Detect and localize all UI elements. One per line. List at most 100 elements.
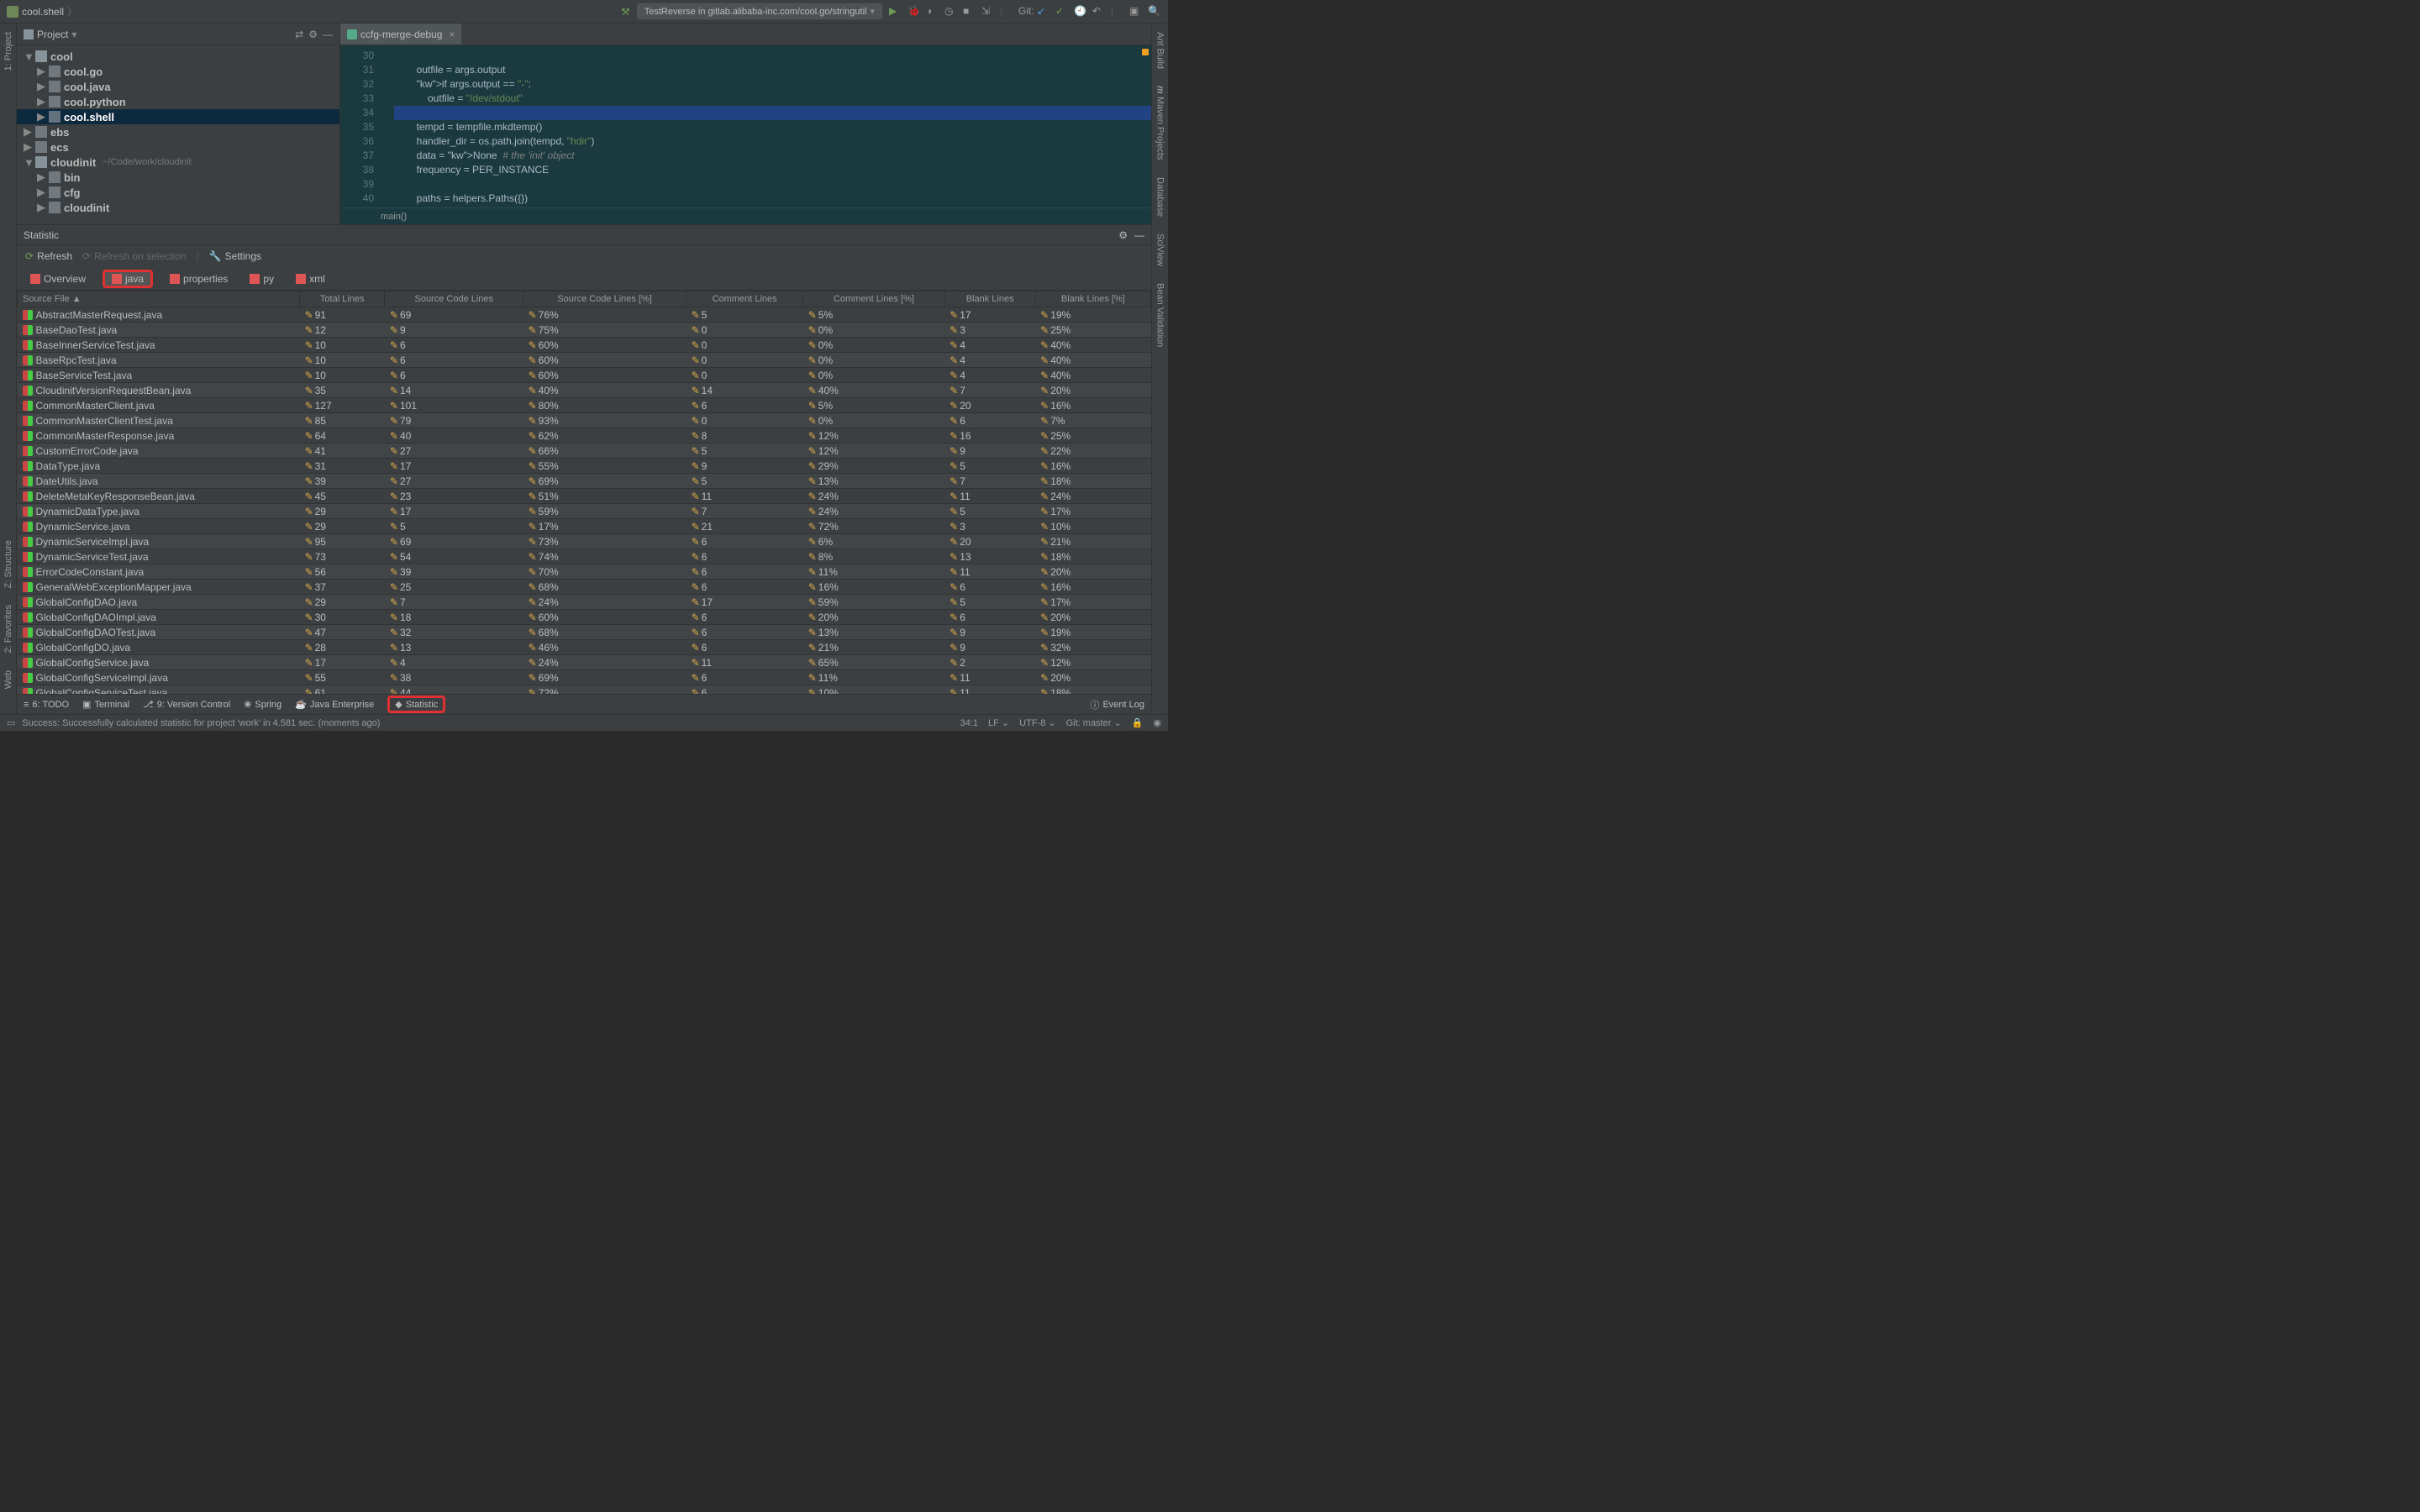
tree-item[interactable]: ▶cool.java — [17, 79, 339, 94]
table-row[interactable]: GlobalConfigDAOImpl.java✎30✎18✎60%✎6✎20%… — [18, 610, 1151, 625]
debug-icon[interactable]: 🐞 — [908, 5, 921, 18]
project-tree[interactable]: ▼cool▶cool.go▶cool.java▶cool.python▶cool… — [17, 45, 339, 224]
rail-favorites[interactable]: 2: Favorites — [3, 605, 13, 653]
column-header[interactable]: Source Code Lines [%] — [523, 291, 687, 307]
tree-item[interactable]: ▶cool.go — [17, 64, 339, 79]
table-row[interactable]: GlobalConfigDAOTest.java✎47✎32✎68%✎6✎13%… — [18, 625, 1151, 640]
column-header[interactable]: Blank Lines [%] — [1035, 291, 1150, 307]
tree-item[interactable]: ▶ebs — [17, 124, 339, 139]
table-row[interactable]: CommonMasterClientTest.java✎85✎79✎93%✎0✎… — [18, 413, 1151, 428]
table-row[interactable]: DeleteMetaKeyResponseBean.java✎45✎23✎51%… — [18, 489, 1151, 504]
attach-icon[interactable]: ⇲ — [981, 5, 995, 18]
project-panel-title[interactable]: Project ▾ — [24, 29, 76, 40]
table-row[interactable]: DynamicService.java✎29✎5✎17%✎21✎72%✎3✎10… — [18, 519, 1151, 534]
status-encoding[interactable]: UTF-8 ⌄ — [1019, 717, 1055, 728]
run-configuration-dropdown[interactable]: TestReverse in gitlab.alibaba-inc.com/co… — [637, 3, 882, 19]
table-row[interactable]: GlobalConfigServiceImpl.java✎55✎38✎69%✎6… — [18, 670, 1151, 685]
column-header[interactable]: Source File ▲ — [18, 291, 300, 307]
table-row[interactable]: DataType.java✎31✎17✎55%✎9✎29%✎5✎16% — [18, 459, 1151, 474]
rail-structure[interactable]: Z: Structure — [3, 540, 13, 588]
btool-vcs[interactable]: ⎇ 9: Version Control — [143, 699, 230, 710]
column-header[interactable]: Total Lines — [300, 291, 385, 307]
table-row[interactable]: DynamicDataType.java✎29✎17✎59%✎7✎24%✎5✎1… — [18, 504, 1151, 519]
event-log-button[interactable]: ⓘ Event Log — [1090, 698, 1144, 711]
status-line-sep[interactable]: LF ⌄ — [988, 717, 1009, 728]
tree-arrow-icon[interactable]: ▼ — [24, 50, 32, 63]
tree-arrow-icon[interactable]: ▼ — [24, 156, 32, 169]
panel-gear-icon[interactable]: ⚙ — [1118, 229, 1128, 241]
rail-beanvalidation[interactable]: Bean Validation — [1155, 283, 1165, 347]
rail-project[interactable]: 1: Project — [3, 32, 13, 71]
editor-code[interactable]: outfile = args.output "kw">if args.outpu… — [381, 45, 1151, 207]
commit-icon[interactable]: ✓ — [1055, 5, 1069, 18]
table-row[interactable]: GlobalConfigDO.java✎28✎13✎46%✎6✎21%✎9✎32… — [18, 640, 1151, 655]
btool-todo[interactable]: ≡ 6: TODO — [24, 700, 69, 710]
rail-database[interactable]: Database — [1155, 177, 1165, 217]
settings-button[interactable]: 🔧 Settings — [209, 250, 261, 262]
collapse-icon[interactable]: ⇄ — [295, 29, 303, 40]
tree-arrow-icon[interactable]: ▶ — [24, 125, 32, 139]
code-editor[interactable]: 303132333435363738394041 outfile = args.… — [340, 45, 1151, 207]
rail-ant[interactable]: Ant Build — [1155, 32, 1165, 69]
stop-icon[interactable]: ■ — [963, 5, 976, 18]
update-icon[interactable]: ↙ — [1037, 5, 1050, 18]
refresh-on-selection-button[interactable]: ⟳ Refresh on selection — [82, 250, 186, 262]
table-row[interactable]: CustomErrorCode.java✎41✎27✎66%✎5✎12%✎9✎2… — [18, 444, 1151, 459]
tree-item[interactable]: ▶bin — [17, 170, 339, 185]
tree-arrow-icon[interactable]: ▶ — [37, 65, 45, 78]
tree-item[interactable]: ▼cool — [17, 49, 339, 64]
table-row[interactable]: DynamicServiceImpl.java✎95✎69✎73%✎6✎6%✎2… — [18, 534, 1151, 549]
stats-tab-overview[interactable]: Overview — [25, 270, 91, 287]
status-git-branch[interactable]: Git: master ⌄ — [1066, 717, 1122, 728]
history-icon[interactable]: 🕘 — [1074, 5, 1087, 18]
tree-arrow-icon[interactable]: ▶ — [37, 110, 45, 123]
editor-breadcrumb[interactable]: main() — [340, 207, 1151, 224]
status-indicator-icon[interactable]: ◉ — [1153, 717, 1161, 728]
status-window-icon[interactable]: ▭ — [7, 717, 15, 728]
table-row[interactable]: CloudinitVersionRequestBean.java✎35✎14✎4… — [18, 383, 1151, 398]
close-tab-icon[interactable]: × — [449, 29, 455, 40]
coverage-icon[interactable]: ◑ — [926, 5, 939, 18]
windows-icon[interactable]: ▣ — [1129, 5, 1143, 18]
run-icon[interactable]: ▶ — [889, 5, 902, 18]
tree-item[interactable]: ▶cool.python — [17, 94, 339, 109]
table-row[interactable]: CommonMasterResponse.java✎64✎40✎62%✎8✎12… — [18, 428, 1151, 444]
stats-tab-java[interactable]: java — [103, 270, 153, 288]
tree-item[interactable]: ▶ecs — [17, 139, 339, 155]
rail-maven[interactable]: m Maven Projects — [1155, 86, 1165, 160]
column-header[interactable]: Comment Lines — [687, 291, 803, 307]
tree-arrow-icon[interactable]: ▶ — [37, 186, 45, 199]
btool-javaee[interactable]: ☕ Java Enterprise — [295, 699, 374, 710]
table-row[interactable]: BaseDaoTest.java✎12✎9✎75%✎0✎0%✎3✎25% — [18, 323, 1151, 338]
table-row[interactable]: AbstractMasterRequest.java✎91✎69✎76%✎5✎5… — [18, 307, 1151, 323]
status-lock-icon[interactable]: 🔒 — [1132, 717, 1144, 728]
tree-item[interactable]: ▶cool.shell — [17, 109, 339, 124]
hide-icon[interactable]: — — [323, 29, 333, 40]
table-row[interactable]: GlobalConfigServiceTest.java✎61✎44✎72%✎6… — [18, 685, 1151, 695]
table-row[interactable]: BaseServiceTest.java✎10✎6✎60%✎0✎0%✎4✎40% — [18, 368, 1151, 383]
table-row[interactable]: DateUtils.java✎39✎27✎69%✎5✎13%✎7✎18% — [18, 474, 1151, 489]
profile-icon[interactable]: ◷ — [944, 5, 958, 18]
btool-spring[interactable]: ❀ Spring — [244, 699, 281, 710]
btool-terminal[interactable]: ▣ Terminal — [82, 699, 129, 710]
editor-warning-indicator[interactable] — [1142, 49, 1149, 55]
tree-arrow-icon[interactable]: ▶ — [37, 201, 45, 214]
tree-arrow-icon[interactable]: ▶ — [24, 140, 32, 154]
status-caret-position[interactable]: 34:1 — [960, 718, 978, 728]
settings-gear-icon[interactable]: ⚙ — [308, 29, 318, 40]
tree-arrow-icon[interactable]: ▶ — [37, 80, 45, 93]
tree-arrow-icon[interactable]: ▶ — [37, 95, 45, 108]
table-row[interactable]: DynamicServiceTest.java✎73✎54✎74%✎6✎8%✎1… — [18, 549, 1151, 564]
column-header[interactable]: Blank Lines — [944, 291, 1035, 307]
editor-tab[interactable]: ccfg-merge-debug × — [340, 24, 461, 45]
table-row[interactable]: ErrorCodeConstant.java✎56✎39✎70%✎6✎11%✎1… — [18, 564, 1151, 580]
table-row[interactable]: GlobalConfigDAO.java✎29✎7✎24%✎17✎59%✎5✎1… — [18, 595, 1151, 610]
column-header[interactable]: Source Code Lines — [385, 291, 523, 307]
table-row[interactable]: BaseInnerServiceTest.java✎10✎6✎60%✎0✎0%✎… — [18, 338, 1151, 353]
table-row[interactable]: GeneralWebExceptionMapper.java✎37✎25✎68%… — [18, 580, 1151, 595]
panel-hide-icon[interactable]: — — [1134, 229, 1144, 241]
tree-item[interactable]: ▼cloudinit~/Code/work/cloudinit — [17, 155, 339, 170]
breadcrumb[interactable]: cool.shell 〉 — [7, 4, 77, 18]
statistic-table[interactable]: Source File ▲Total LinesSource Code Line… — [17, 291, 1151, 694]
hammer-icon[interactable]: ⚒ — [621, 6, 630, 18]
